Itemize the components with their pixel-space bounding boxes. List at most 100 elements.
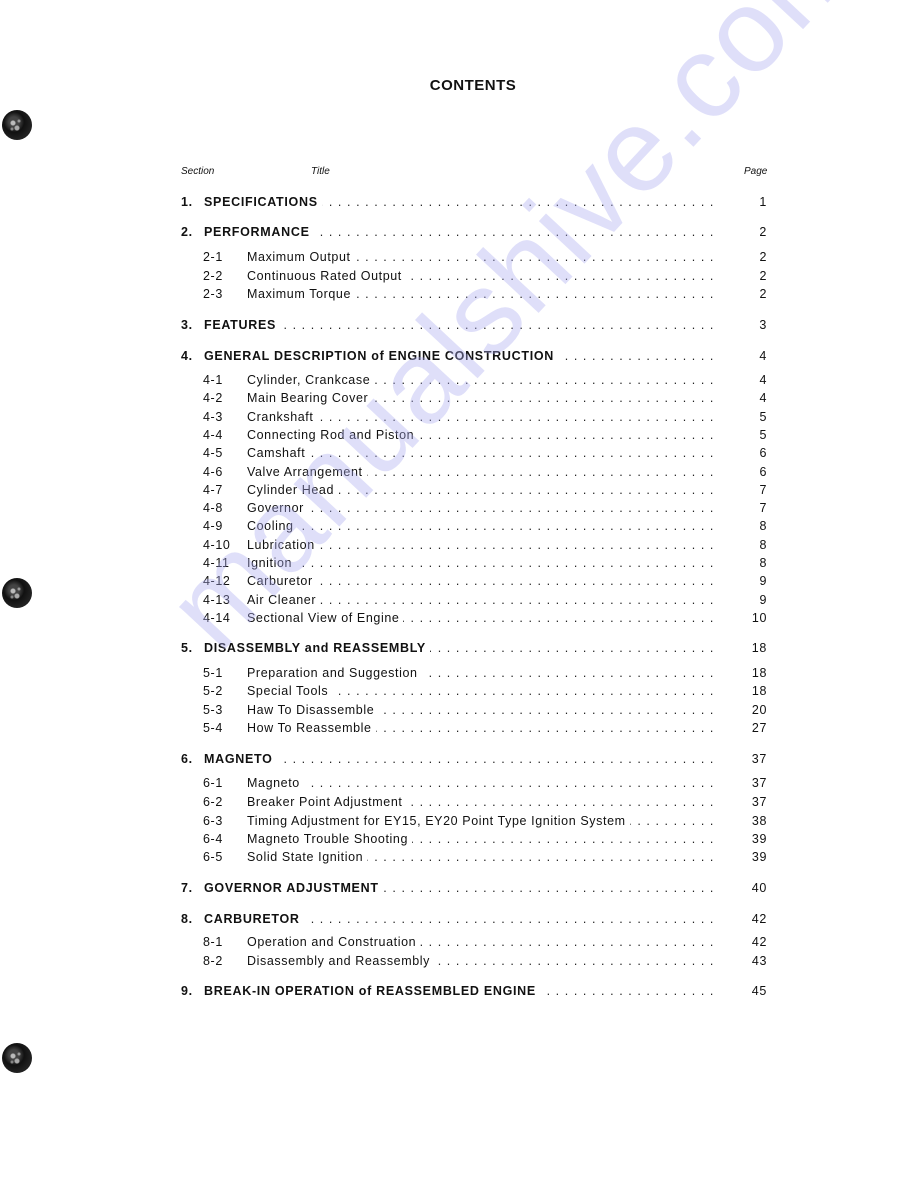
dot-leader: ........................................…: [355, 250, 719, 264]
toc-section-entry[interactable]: 6. MAGNETO...............................…: [181, 752, 767, 768]
toc-subsection-entry[interactable]: 8-2 Disassembly and Reassembly...........…: [181, 954, 767, 970]
toc-subsection-entry[interactable]: 4-8 Governor.............................…: [181, 501, 767, 517]
dot-leader: ........................................…: [374, 373, 719, 387]
toc-subsection-entry[interactable]: 6-2 Breaker Point Adjustment.............…: [181, 795, 767, 811]
toc-section-entry[interactable]: 2. PERFORMANCE...........................…: [181, 225, 767, 241]
entry-number: 4.: [181, 349, 193, 363]
entry-page-number: 5: [759, 410, 767, 424]
entry-page-number: 43: [751, 954, 767, 968]
toc-subsection-entry[interactable]: 6-4 Magneto Trouble Shooting.............…: [181, 832, 767, 848]
entry-number: 6-2: [203, 795, 223, 809]
dot-leader: ........................................…: [403, 611, 719, 625]
toc-subsection-entry[interactable]: 4-6 Valve Arrangement....................…: [181, 465, 767, 481]
toc-subsection-entry[interactable]: 6-3 Timing Adjustment for EY15, EY20 Poin…: [181, 814, 767, 830]
toc-subsection-entry[interactable]: 8-1 Operation and Construation...........…: [181, 935, 767, 951]
dot-leader: ........................................…: [367, 850, 719, 864]
entry-page-number: 27: [751, 721, 767, 735]
entry-page-number: 7: [759, 483, 767, 497]
entry-page-number: 37: [751, 795, 767, 809]
entry-number: 6-5: [203, 850, 223, 864]
toc-subsection-entry[interactable]: 5-3 Haw To Disassemble...................…: [181, 703, 767, 719]
entry-number: 4-12: [203, 574, 231, 588]
entry-page-number: 42: [751, 935, 767, 949]
dot-leader: ........................................…: [296, 556, 719, 570]
toc-subsection-entry[interactable]: 4-11 Ignition............................…: [181, 556, 767, 572]
entry-title: Connecting Rod and Piston: [247, 428, 415, 442]
toc-subsection-entry[interactable]: 6-1 Magneto..............................…: [181, 776, 767, 792]
toc-subsection-entry[interactable]: 5-4 How To Reassemble....................…: [181, 721, 767, 737]
toc-subsection-entry[interactable]: 4-4 Connecting Rod and Piston............…: [181, 428, 767, 444]
dot-leader: ........................................…: [332, 684, 719, 698]
entry-title: PERFORMANCE: [204, 225, 310, 239]
entry-title: BREAK-IN OPERATION of REASSEMBLED ENGINE: [204, 984, 536, 998]
toc-subsection-entry[interactable]: 4-5 Camshaft.............................…: [181, 446, 767, 462]
entry-title: Timing Adjustment for EY15, EY20 Point T…: [247, 814, 626, 828]
toc-subsection-entry[interactable]: 2-2 Continuous Rated Output..............…: [181, 269, 767, 285]
entry-page-number: 8: [759, 556, 767, 570]
entry-page-number: 40: [751, 881, 767, 895]
entry-title: MAGNETO: [204, 752, 273, 766]
entry-number: 4-4: [203, 428, 223, 442]
dot-leader: ........................................…: [304, 776, 719, 790]
entry-title: CARBURETOR: [204, 912, 300, 926]
entry-page-number: 3: [759, 318, 767, 332]
binder-hole-bottom: [2, 1043, 32, 1073]
toc-subsection-entry[interactable]: 5-1 Preparation and Suggestion...........…: [181, 666, 767, 682]
entry-page-number: 4: [759, 373, 767, 387]
entry-number: 5-2: [203, 684, 223, 698]
entry-number: 6.: [181, 752, 193, 766]
entry-number: 4-2: [203, 391, 223, 405]
toc-subsection-entry[interactable]: 4-2 Main Bearing Cover...................…: [181, 391, 767, 407]
column-header-title: Title: [311, 166, 330, 177]
entry-page-number: 1: [759, 195, 767, 209]
dot-leader: ........................................…: [316, 574, 719, 588]
entry-title: Cylinder, Crankcase: [247, 373, 371, 387]
entry-title: FEATURES: [204, 318, 277, 332]
dot-leader: ........................................…: [366, 465, 719, 479]
entry-title: Main Bearing Cover: [247, 391, 369, 405]
toc-subsection-entry[interactable]: 4-12 Carburetor..........................…: [181, 574, 767, 590]
entry-title: Magneto: [247, 776, 300, 790]
toc-subsection-entry[interactable]: 4-9 Cooling..............................…: [181, 519, 767, 535]
toc-subsection-entry[interactable]: 2-3 Maximum Torque.......................…: [181, 287, 767, 303]
entry-title: Cooling: [247, 519, 294, 533]
entry-number: 6-3: [203, 814, 223, 828]
entry-page-number: 7: [759, 501, 767, 515]
entry-number: 4-9: [203, 519, 223, 533]
entry-title: Magneto Trouble Shooting: [247, 832, 409, 846]
dot-leader: ........................................…: [421, 666, 719, 680]
entry-number: 8-2: [203, 954, 223, 968]
entry-number: 4-6: [203, 465, 223, 479]
dot-leader: ........................................…: [434, 954, 719, 968]
toc-section-entry[interactable]: 5. DISASSEMBLY and REASSEMBLY............…: [181, 641, 767, 657]
dot-leader: ........................................…: [430, 641, 719, 655]
binder-hole-middle: [2, 578, 32, 608]
toc-section-entry[interactable]: 1. SPECIFICATIONS........................…: [181, 195, 767, 211]
entry-number: 5-3: [203, 703, 223, 717]
entry-number: 6-4: [203, 832, 223, 846]
toc-subsection-entry[interactable]: 4-13 Air Cleaner.........................…: [181, 593, 767, 609]
toc-subsection-entry[interactable]: 4-10 Lubrication.........................…: [181, 538, 767, 554]
entry-title: Continuous Rated Output: [247, 269, 402, 283]
entry-title: Sectional View of Engine: [247, 611, 400, 625]
toc-subsection-entry[interactable]: 4-3 Crankshaft...........................…: [181, 410, 767, 426]
toc-subsection-entry[interactable]: 4-14 Sectional View of Engine............…: [181, 611, 767, 627]
entry-number: 8-1: [203, 935, 223, 949]
dot-leader: ........................................…: [540, 984, 719, 998]
entry-number: 4-3: [203, 410, 223, 424]
toc-section-entry[interactable]: 7. GOVERNOR ADJUSTMENT...................…: [181, 881, 767, 897]
toc-subsection-entry[interactable]: 5-2 Special Tools........................…: [181, 684, 767, 700]
toc-section-entry[interactable]: 9. BREAK-IN OPERATION of REASSEMBLED ENGI…: [181, 984, 767, 1000]
toc-section-entry[interactable]: 4. GENERAL DESCRIPTION of ENGINE CONSTRUC…: [181, 349, 767, 365]
toc-subsection-entry[interactable]: 4-7 Cylinder Head........................…: [181, 483, 767, 499]
toc-subsection-entry[interactable]: 4-1 Cylinder, Crankcase..................…: [181, 373, 767, 389]
toc-subsection-entry[interactable]: 2-1 Maximum Output.......................…: [181, 250, 767, 266]
toc-section-entry[interactable]: 8. CARBURETOR............................…: [181, 912, 767, 928]
dot-leader: ........................................…: [372, 391, 719, 405]
entry-page-number: 2: [759, 269, 767, 283]
dot-leader: ........................................…: [318, 538, 719, 552]
entry-page-number: 18: [751, 641, 767, 655]
dot-leader: ........................................…: [277, 752, 719, 766]
toc-section-entry[interactable]: 3. FEATURES..............................…: [181, 318, 767, 334]
toc-subsection-entry[interactable]: 6-5 Solid State Ignition.................…: [181, 850, 767, 866]
